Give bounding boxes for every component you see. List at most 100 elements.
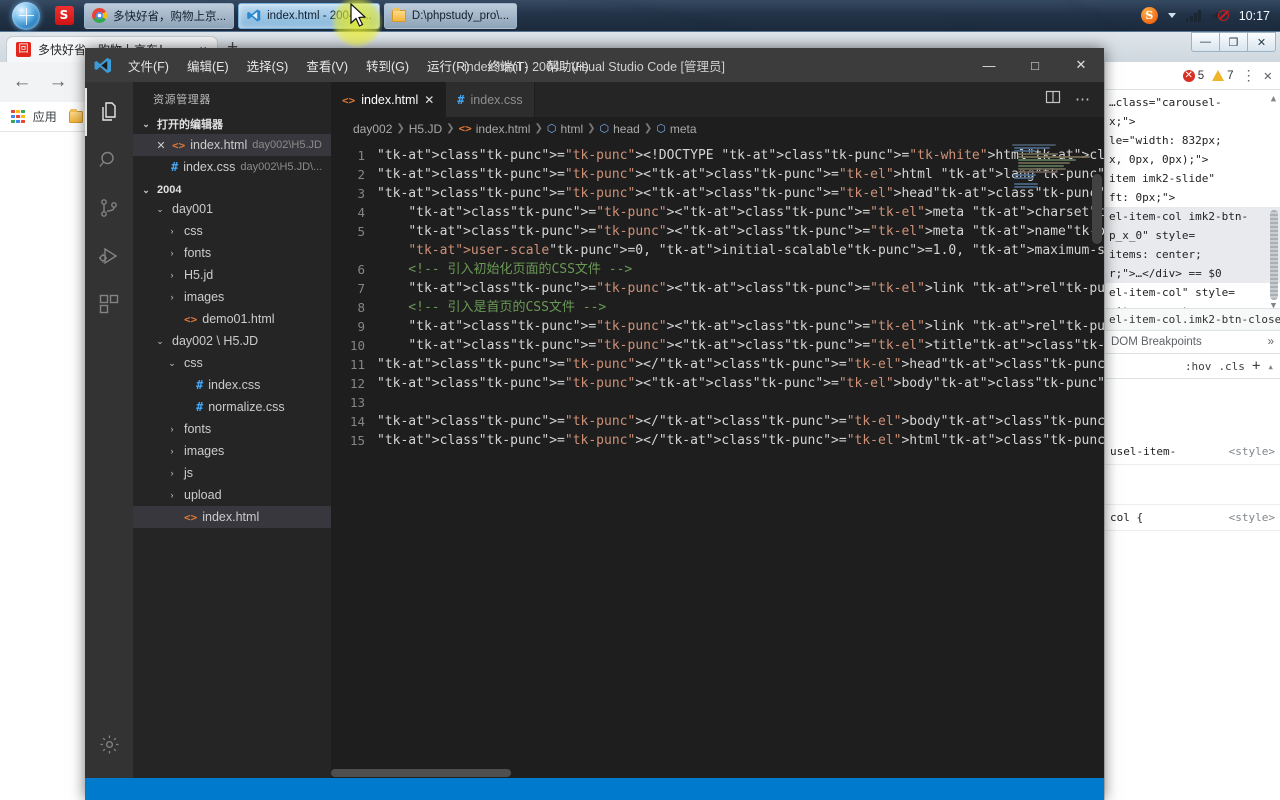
- quick-launch-sogou[interactable]: S: [48, 3, 80, 29]
- code-line[interactable]: "tk-at">class"tk-punc">="tk-punc"><"tk-a…: [377, 184, 1104, 203]
- code-editor[interactable]: 1 2 3 4 5 6 7 8 9 10 11 12 13 14 15 "tk-at">class"tk-p…: [331, 140, 1104, 778]
- taskbar-button-explorer[interactable]: D:\phpstudy_pro\...: [383, 2, 518, 29]
- dom-node-line[interactable]: el-item-col" style=: [1105, 283, 1280, 302]
- tree-item-normalize-css[interactable]: # normalize.css: [133, 396, 331, 418]
- bookmark-folder-icon[interactable]: [68, 108, 83, 123]
- settings-gear-icon[interactable]: [85, 720, 133, 768]
- close-icon[interactable]: ✕: [155, 139, 167, 152]
- vscode-maximize-button[interactable]: □: [1012, 48, 1058, 82]
- style-rule-source[interactable]: <style>: [1229, 511, 1275, 524]
- apps-grid-icon[interactable]: [11, 109, 25, 124]
- vscode-close-button[interactable]: ✕: [1058, 48, 1104, 82]
- tree-item-fonts[interactable]: › fonts: [133, 418, 331, 440]
- forward-icon[interactable]: →: [46, 71, 70, 93]
- apps-bookmark-label[interactable]: 应用: [33, 108, 57, 125]
- code-line[interactable]: "tk-at">class"tk-punc">="tk-punc"><"tk-a…: [377, 279, 1104, 298]
- browser-restore-button[interactable]: ❐: [1219, 32, 1248, 52]
- code-line[interactable]: "tk-at">class"tk-punc">="tk-punc"><"tk-a…: [377, 222, 1104, 260]
- breadcrumb-item-index-html[interactable]: <> index.html: [459, 122, 531, 136]
- code-line[interactable]: <!-- 引入初始化页面的CSS文件 -->: [377, 260, 1104, 279]
- extensions-icon[interactable]: [85, 280, 133, 328]
- new-style-rule-icon[interactable]: +: [1252, 358, 1260, 374]
- devtools-tabs-overflow-icon[interactable]: »: [1268, 336, 1274, 348]
- back-icon[interactable]: ←: [10, 71, 34, 93]
- start-button[interactable]: [4, 1, 48, 31]
- scrollbar-thumb[interactable]: [1270, 210, 1278, 300]
- devtools-close-icon[interactable]: ✕: [1264, 68, 1272, 84]
- breadcrumb-item-head[interactable]: ⬡ head: [600, 122, 640, 136]
- devtools-scrollbar[interactable]: ▲ ▼: [1270, 90, 1279, 308]
- code-line[interactable]: "tk-at">class"tk-punc">="tk-punc"><!DOCT…: [377, 146, 1104, 165]
- code-line[interactable]: "tk-at">class"tk-punc">="tk-punc"></"tk-…: [377, 412, 1104, 431]
- tree-item-css[interactable]: ⌄ css: [133, 352, 331, 374]
- code-line[interactable]: "tk-at">class"tk-punc">="tk-punc"><"tk-a…: [377, 317, 1104, 336]
- code-line[interactable]: "tk-at">class"tk-punc">="tk-punc"><"tk-a…: [377, 374, 1104, 393]
- tab-dom-breakpoints[interactable]: DOM Breakpoints: [1111, 336, 1202, 348]
- run-debug-icon[interactable]: [85, 232, 133, 280]
- error-count-badge[interactable]: ✕ 5: [1182, 69, 1204, 82]
- code-line[interactable]: "tk-at">class"tk-punc">="tk-punc"><"tk-a…: [377, 203, 1104, 222]
- open-editor-index-html[interactable]: ✕ <> index.html day002\H5.JD: [133, 134, 331, 156]
- warning-count-badge[interactable]: 7: [1212, 70, 1234, 82]
- tree-item-h5-jd[interactable]: › H5.jd: [133, 264, 331, 286]
- style-rule[interactable]: col { <style>: [1105, 505, 1280, 531]
- dom-node-line[interactable]: ft: 0px;">: [1105, 188, 1280, 207]
- breadcrumb-item-html[interactable]: ⬡ html: [547, 122, 583, 136]
- code-line[interactable]: [377, 393, 1104, 412]
- menu-run[interactable]: 运行(R): [418, 52, 478, 79]
- editor-scrollbar[interactable]: [1092, 174, 1102, 244]
- menu-edit[interactable]: 编辑(E): [178, 52, 238, 79]
- styles-scroll-up-icon[interactable]: ▴: [1267, 360, 1274, 373]
- style-rule-source[interactable]: <style>: [1229, 445, 1275, 458]
- dom-node-line[interactable]: x, 0px, 0px);">: [1105, 150, 1280, 169]
- close-icon[interactable]: ✕: [424, 93, 434, 107]
- editor-more-actions-icon[interactable]: ⋯: [1075, 92, 1090, 107]
- menu-selection[interactable]: 选择(S): [238, 52, 298, 79]
- code-content[interactable]: "tk-at">class"tk-punc">="tk-punc"><!DOCT…: [377, 140, 1104, 778]
- tree-item-css[interactable]: › css: [133, 220, 331, 242]
- code-line[interactable]: "tk-at">class"tk-punc">="tk-punc"></"tk-…: [377, 355, 1104, 374]
- menu-terminal[interactable]: 终端(T): [478, 52, 537, 79]
- tab-index-html[interactable]: <> index.html ✕: [331, 82, 447, 117]
- taskbar-button-chrome[interactable]: 多快好省，购物上京...: [84, 2, 235, 29]
- vscode-minimize-button[interactable]: —: [966, 48, 1012, 82]
- breadcrumb-item-h5jd[interactable]: H5.JD: [409, 122, 442, 136]
- breadcrumb-item-meta[interactable]: ⬡ meta: [656, 122, 696, 136]
- menu-help[interactable]: 帮助(H): [537, 52, 597, 79]
- tree-item-upload[interactable]: › upload: [133, 484, 331, 506]
- speaker-muted-icon[interactable]: [1210, 9, 1229, 23]
- devtools-dom-tree[interactable]: ▲ ▼ …class="carousel-x;"> le="width: 832p…: [1105, 90, 1280, 308]
- dom-node-line[interactable]: …class="carousel-: [1105, 93, 1280, 112]
- search-icon[interactable]: [85, 136, 133, 184]
- hov-toggle[interactable]: :hov: [1185, 360, 1212, 373]
- menu-go[interactable]: 转到(G): [357, 52, 418, 79]
- dom-node-line[interactable]: -items: center;: [1105, 302, 1280, 308]
- tree-item-day002-h5-jd[interactable]: ⌄ day002 \ H5.JD: [133, 330, 331, 352]
- dom-node-line[interactable]: el-item-col imk2-btn-: [1105, 207, 1280, 226]
- workspace-section-header[interactable]: ⌄ 2004: [133, 182, 331, 198]
- dom-node-line[interactable]: x;">: [1105, 112, 1280, 131]
- explorer-icon[interactable]: [85, 88, 133, 136]
- sogou-tray-icon[interactable]: S: [1140, 7, 1158, 24]
- signal-bars-icon[interactable]: [1185, 9, 1201, 22]
- dom-node-line[interactable]: items: center;: [1105, 245, 1280, 264]
- tab-index-css[interactable]: # index.css: [446, 82, 535, 117]
- browser-minimize-button[interactable]: —: [1191, 32, 1220, 52]
- tree-item-demo01-html[interactable]: <> demo01.html: [133, 308, 331, 330]
- editor-horizontal-scrollbar[interactable]: [331, 768, 1104, 778]
- tree-item-images[interactable]: › images: [133, 440, 331, 462]
- scroll-up-icon[interactable]: ▲: [1269, 90, 1278, 104]
- open-editor-index-css[interactable]: # index.css day002\H5.JD\...: [133, 156, 331, 178]
- style-rule[interactable]: usel-item- <style>: [1105, 439, 1280, 465]
- devtools-element-breadcrumb[interactable]: el-item-col.imk2-btn-close: [1105, 308, 1280, 331]
- breadcrumb-item-day002[interactable]: day002: [353, 122, 392, 136]
- vscode-status-bar[interactable]: [85, 778, 1104, 800]
- tree-item-index-css[interactable]: # index.css: [133, 374, 331, 396]
- minimap[interactable]: [1012, 144, 1090, 202]
- menu-view[interactable]: 查看(V): [297, 52, 357, 79]
- dom-node-line[interactable]: item imk2-slide": [1105, 169, 1280, 188]
- source-control-icon[interactable]: [85, 184, 133, 232]
- tree-item-images[interactable]: › images: [133, 286, 331, 308]
- code-line[interactable]: "tk-at">class"tk-punc">="tk-punc"></"tk-…: [377, 431, 1104, 450]
- tree-item-js[interactable]: › js: [133, 462, 331, 484]
